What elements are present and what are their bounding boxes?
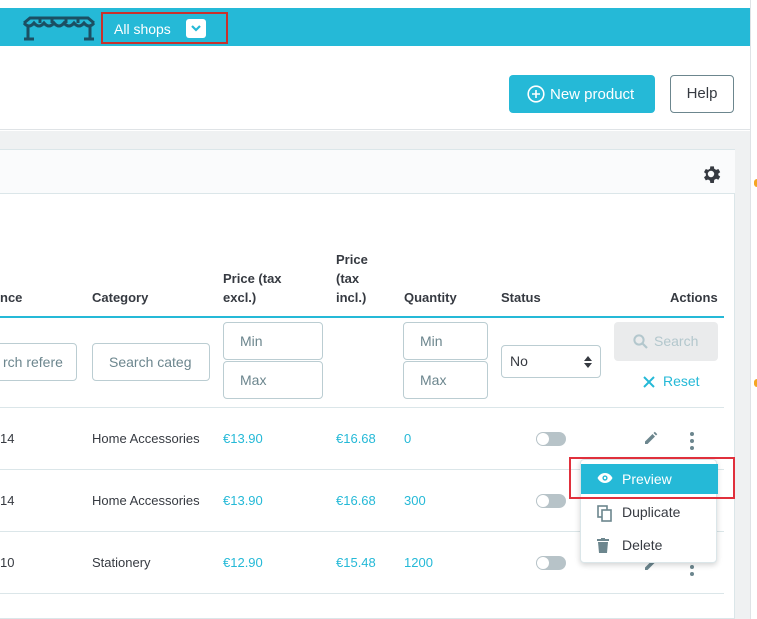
help-button[interactable]: Help [670,75,734,113]
column-actions: Actions [670,290,718,305]
column-reference[interactable]: nce [0,288,22,307]
plus-circle-icon [527,85,545,103]
trash-icon [597,538,609,553]
row-1-status-toggle[interactable] [536,432,566,446]
price-max-input[interactable]: Max [223,361,323,399]
duplicate-label: Duplicate [622,504,681,520]
gear-icon[interactable] [701,164,721,184]
column-price-incl-line1: Price [336,252,368,267]
quantity-max-input[interactable]: Max [403,361,488,399]
search-button[interactable]: Search [614,322,718,361]
row-1-quantity[interactable]: 0 [404,431,411,447]
status-filter-select[interactable]: No [501,345,601,378]
search-icon [633,334,648,349]
row-2-price-excl[interactable]: €13.90 [223,493,263,509]
row-divider [0,407,724,408]
quantity-min-input[interactable]: Min [403,322,488,360]
column-price-incl[interactable]: Price (tax incl.) [336,250,368,307]
new-product-button[interactable]: New product [509,75,655,113]
row-2-category: Home Accessories [92,493,200,508]
row-3-quantity[interactable]: 1200 [404,555,433,571]
status-filter-value: No [510,353,528,369]
row-1-category: Home Accessories [92,431,200,446]
column-price-incl-line2: (tax [336,271,360,286]
pencil-icon[interactable] [643,430,659,446]
column-price-excl-line2: excl.) [223,290,257,305]
sort-arrows-icon [584,356,592,368]
row-2-price-incl[interactable]: €16.68 [336,493,376,509]
row-3-status-toggle[interactable] [536,556,566,570]
row-3-reference: 10 [0,555,15,570]
delete-label: Delete [622,537,663,553]
row-2-quantity[interactable]: 300 [404,493,426,509]
column-category[interactable]: Category [92,288,148,307]
row-1-price-incl[interactable]: €16.68 [336,431,376,447]
header-divider [0,316,724,318]
row-2-reference: 14 [0,493,15,508]
row-divider [0,593,724,594]
shop-selector[interactable]: All shops [101,12,228,44]
reference-filter-input[interactable]: rch refere [0,343,77,381]
preview-highlight [569,457,735,499]
reset-button[interactable]: Reset [641,372,707,392]
row-3-price-incl[interactable]: €15.48 [336,555,376,571]
copy-icon [597,505,612,522]
more-vertical-icon[interactable] [690,432,694,453]
shop-selector-label: All shops [114,21,171,37]
duplicate-menu-item[interactable]: Duplicate [581,497,718,527]
close-icon [643,376,655,388]
reset-button-label: Reset [663,373,700,389]
top-bar: All shops [0,8,750,46]
row-3-category: Stationery [92,555,151,570]
page-header: New product Help [0,46,750,130]
delete-menu-item[interactable]: Delete [581,530,718,560]
new-product-label: New product [550,86,635,103]
store-logo-icon[interactable] [20,15,98,41]
row-1-reference: 14 [0,431,15,446]
search-button-label: Search [654,333,699,349]
column-price-incl-line3: incl.) [336,290,367,305]
side-panel-edge [750,0,757,619]
column-price-excl[interactable]: Price (tax excl.) [223,269,282,307]
row-1-price-excl[interactable]: €13.90 [223,431,263,447]
category-filter-input[interactable]: Search categ [92,343,210,381]
price-min-input[interactable]: Min [223,322,323,360]
panel-header [0,150,735,194]
column-quantity[interactable]: Quantity [404,288,457,307]
column-price-excl-line1: Price (tax [223,271,282,286]
chevron-down-icon[interactable] [186,19,206,38]
column-status[interactable]: Status [501,288,541,307]
row-3-price-excl[interactable]: €12.90 [223,555,263,571]
row-2-status-toggle[interactable] [536,494,566,508]
